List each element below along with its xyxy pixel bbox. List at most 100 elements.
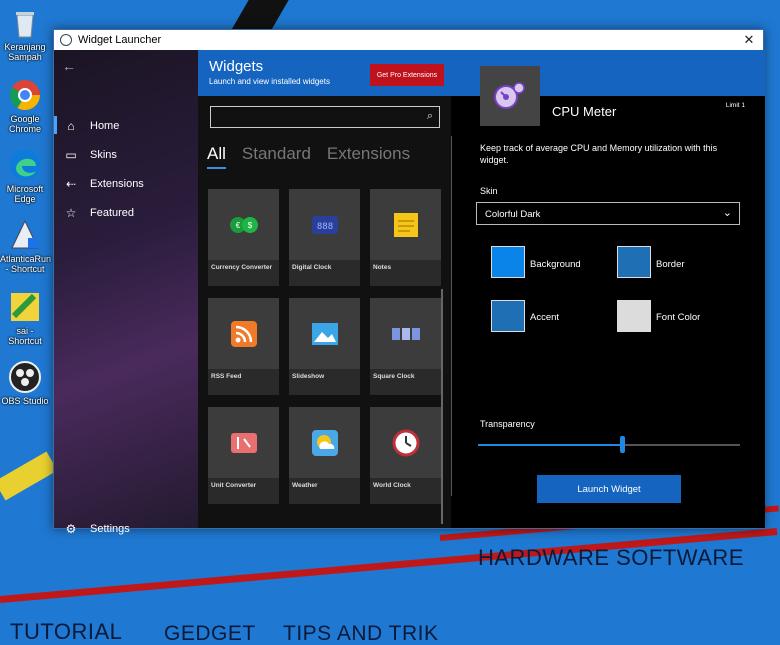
desktop-icon-label: Google Chrome: [8, 114, 41, 134]
accent-color-swatch[interactable]: [491, 300, 525, 332]
notes-icon: [394, 213, 418, 237]
transparency-label: Transparency: [480, 419, 535, 429]
widget-tile-label: Notes: [370, 260, 441, 286]
wallpaper-stripe: [231, 0, 289, 30]
star-icon: ☆: [65, 206, 77, 220]
widget-description: Keep track of average CPU and Memory uti…: [480, 143, 718, 165]
transparency-slider[interactable]: [478, 436, 740, 453]
gallery-scrollbar[interactable]: [441, 289, 443, 524]
border-color-swatch[interactable]: [617, 246, 651, 278]
desktop-icon-label: sai - Shortcut: [8, 326, 42, 346]
gear-icon: ⚙: [65, 522, 77, 536]
slideshow-icon: [312, 323, 338, 345]
skin-dropdown-value: Colorful Dark: [485, 209, 541, 220]
widget-tile-currency-converter[interactable]: € $ Currency Converter: [208, 189, 279, 286]
recycle-bin-icon: [16, 12, 34, 38]
svg-text:$: $: [248, 221, 253, 230]
wallpaper-text-hardware: HARDWARE SOFTWARE: [478, 545, 744, 570]
widget-tile-world-clock[interactable]: World Clock: [370, 407, 441, 504]
search-input[interactable]: ⌕: [210, 106, 440, 128]
sidebar-item-label: Settings: [90, 523, 130, 535]
font-color-swatch[interactable]: [617, 300, 651, 332]
skins-icon: ▭: [65, 148, 77, 162]
desktop-icon-label: OBS Studio: [1, 396, 49, 406]
sidebar-item-home[interactable]: ⌂ Home: [62, 116, 119, 136]
widget-tile-label: World Clock: [370, 478, 441, 504]
wallpaper-text-tutorial: TUTORIAL: [10, 619, 123, 644]
obs-icon: [9, 361, 41, 393]
sidebar-item-label: Featured: [90, 207, 135, 219]
title-bar[interactable]: Widget Launcher ✕: [54, 30, 763, 50]
app-icon: [60, 34, 72, 46]
wallpaper-stripe: [0, 451, 58, 501]
widget-tile-label: Digital Clock: [289, 260, 360, 286]
wallpaper-text-tips: TIPS AND TRIK: [283, 622, 439, 645]
svg-text:888: 888: [317, 222, 333, 232]
launch-widget-button[interactable]: Launch Widget: [537, 475, 681, 503]
widget-tile-label: Currency Converter: [208, 260, 279, 286]
swatch-label: Border: [656, 259, 685, 270]
widget-detail-panel: CPU Meter Limit 1 Keep track of average …: [451, 66, 765, 528]
widget-tile-slideshow[interactable]: Slideshow: [289, 298, 360, 395]
widget-gallery: ⌕ All Standard Extensions € $ Currency Co…: [198, 96, 451, 528]
widget-tile-rss-feed[interactable]: RSS Feed: [208, 298, 279, 395]
tab-extensions[interactable]: Extensions: [327, 144, 410, 169]
widget-tile-label: Unit Converter: [208, 478, 279, 504]
cpu-meter-icon: [480, 66, 540, 126]
widget-tile-unit-converter[interactable]: Unit Converter: [208, 407, 279, 504]
sidebar-item-settings[interactable]: ⚙ Settings: [62, 519, 130, 539]
rss-icon: [231, 321, 257, 347]
desktop-icon-recycle-bin[interactable]: Keranjang Sampah: [0, 6, 50, 62]
widget-tile-square-clock[interactable]: Square Clock: [370, 298, 441, 395]
panel-divider: [451, 136, 452, 496]
desktop-icon-label: Keranjang Sampah: [4, 42, 46, 62]
page-subtitle: Launch and view installed widgets: [209, 77, 330, 86]
home-icon: ⌂: [67, 119, 75, 133]
desktop-icon-atlantica[interactable]: AtlanticaRun - Shortcut: [0, 218, 52, 274]
active-nav-indicator: [54, 116, 57, 134]
sidebar-item-skins[interactable]: ▭ Skins: [62, 145, 117, 165]
world-clock-icon: [392, 429, 420, 457]
swatch-label: Accent: [530, 312, 560, 323]
wallpaper-text-gedget: GEDGET: [164, 622, 256, 645]
tab-standard[interactable]: Standard: [242, 144, 311, 169]
chevron-down-icon: ⌄: [722, 207, 732, 219]
transparency-slider-thumb[interactable]: [620, 436, 626, 453]
atlantica-icon: [11, 219, 39, 249]
page-title: Widgets: [209, 58, 264, 75]
weather-icon: [312, 430, 338, 456]
sidebar-item-featured[interactable]: ☆ Featured: [62, 203, 134, 223]
unit-converter-icon: [231, 433, 257, 453]
svg-text:€: €: [236, 221, 241, 230]
swatch-label: Background: [530, 259, 581, 270]
sidebar-item-extensions[interactable]: ⇠ Extensions: [62, 174, 144, 194]
widget-title: CPU Meter: [552, 104, 617, 119]
desktop-icon-obs[interactable]: OBS Studio: [0, 360, 50, 406]
desktop-icon-chrome[interactable]: Google Chrome: [0, 78, 50, 134]
extensions-icon: ⇠: [65, 177, 77, 191]
square-clock-icon: [392, 328, 420, 340]
close-button[interactable]: ✕: [735, 32, 763, 48]
search-icon[interactable]: ⌕: [427, 110, 433, 123]
swatch-label: Font Color: [656, 312, 701, 323]
skin-dropdown[interactable]: Colorful Dark ⌄: [476, 202, 740, 225]
widget-limit: Limit 1: [725, 102, 745, 109]
currency-icon: € $: [230, 217, 258, 233]
sidebar: ← ⌂ Home ▭ Skins ⇠ Extensions ☆ Featured…: [54, 50, 198, 536]
back-arrow-icon[interactable]: ←: [62, 58, 76, 74]
background-color-swatch[interactable]: [491, 246, 525, 278]
widget-tile-digital-clock[interactable]: 888 Digital Clock: [289, 189, 360, 286]
desktop-icon-edge[interactable]: Microsoft Edge: [0, 148, 50, 204]
widget-tile-weather[interactable]: Weather: [289, 407, 360, 504]
widget-tile-label: Square Clock: [370, 369, 441, 395]
widget-tile-label: Weather: [289, 478, 360, 504]
filter-tabs: All Standard Extensions: [207, 144, 410, 169]
widget-tile-notes[interactable]: Notes: [370, 189, 441, 286]
get-pro-extensions-button[interactable]: Get Pro Extensions: [370, 64, 444, 86]
digital-clock-icon: 888: [312, 216, 338, 234]
sidebar-item-label: Home: [90, 120, 120, 132]
desktop-icon-label: AtlanticaRun - Shortcut: [0, 254, 52, 274]
tab-all[interactable]: All: [207, 144, 226, 169]
desktop-icon-sai[interactable]: sai - Shortcut: [0, 290, 50, 346]
sidebar-item-label: Skins: [90, 149, 117, 161]
